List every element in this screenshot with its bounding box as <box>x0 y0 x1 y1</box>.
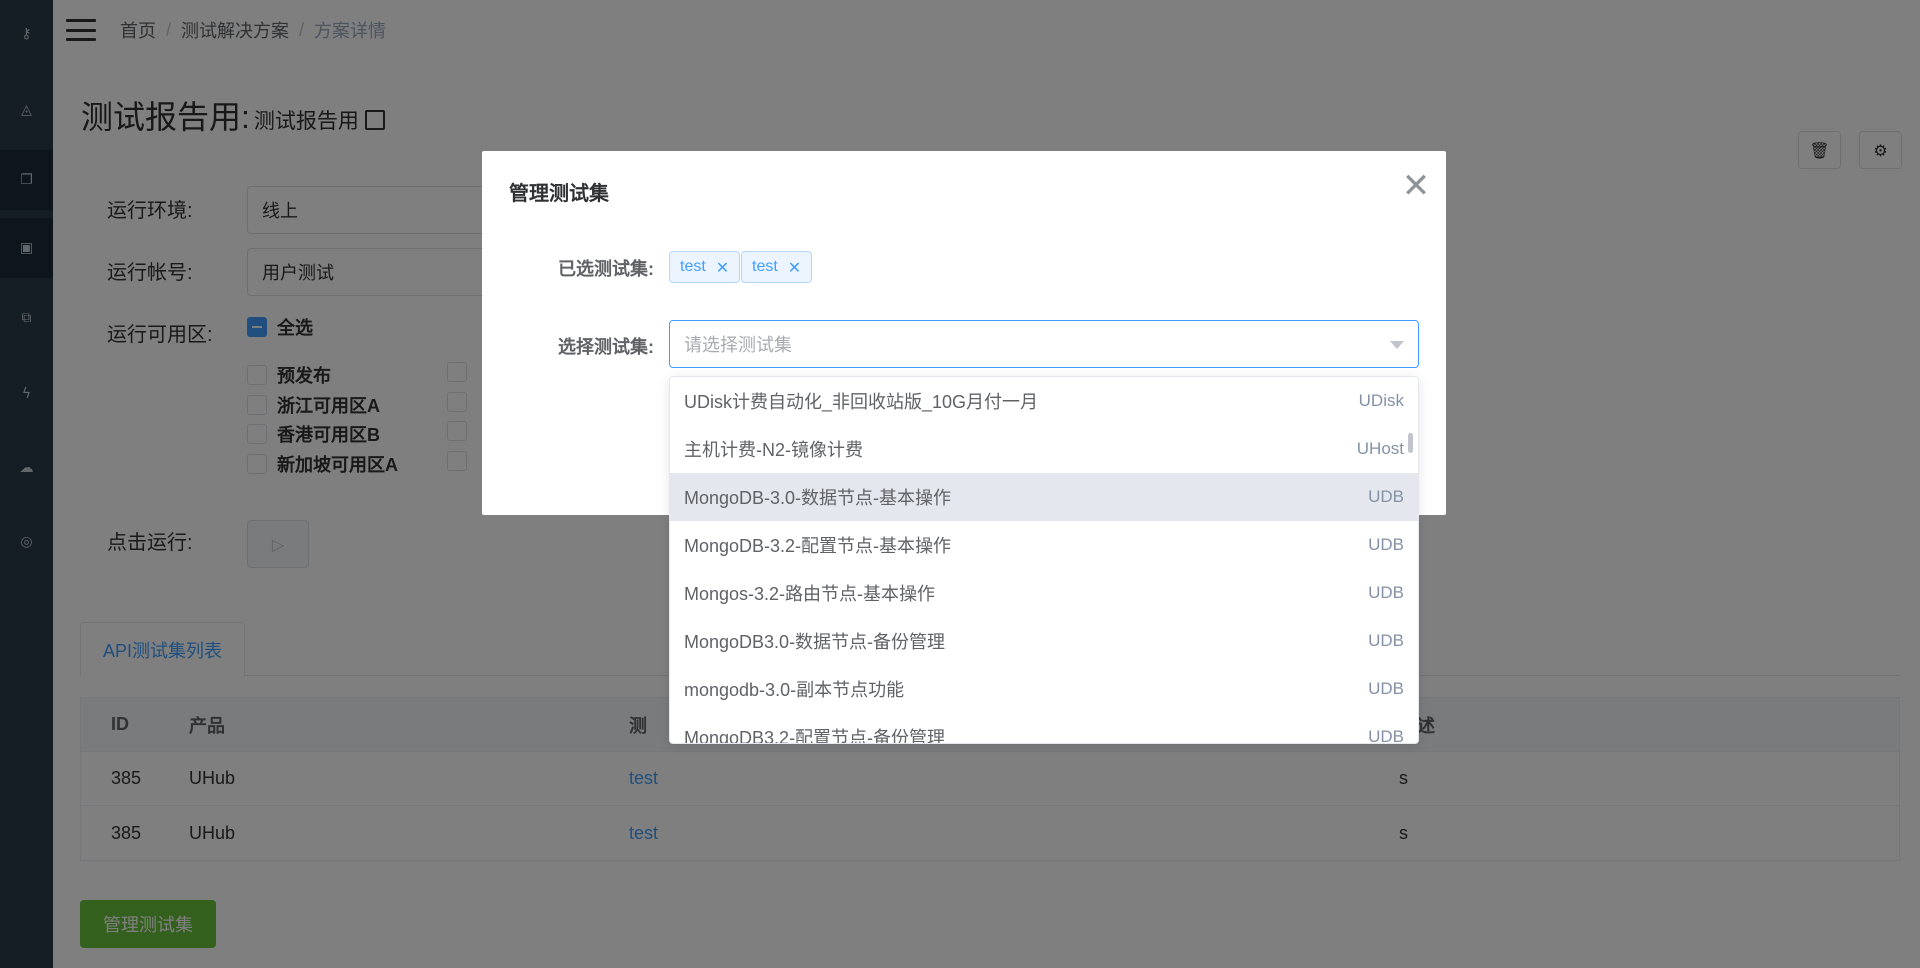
option-name: Mongos-3.2-路由节点-基本操作 <box>684 584 936 604</box>
tag-close-icon[interactable]: ✕ <box>716 258 729 277</box>
dropdown-option[interactable]: mongodb-3.0-副本节点功能 UDB <box>670 665 1418 713</box>
option-name: 主机计费-N2-镜像计费 <box>684 440 863 460</box>
tag-text: test <box>752 258 778 275</box>
option-product: UDisk <box>1358 391 1404 410</box>
select-placeholder: 请选择测试集 <box>684 335 792 355</box>
option-name: MongoDB3.2-配置节点-备份管理 <box>684 728 946 744</box>
choose-label: 选择测试集: <box>558 337 654 357</box>
option-product: UDB <box>1368 487 1404 506</box>
dropdown-option[interactable]: MongoDB-3.0-数据节点-基本操作 UDB <box>670 473 1418 521</box>
tag-close-icon[interactable]: ✕ <box>788 258 801 277</box>
dropdown-option[interactable]: MongoDB-3.2-配置节点-基本操作 UDB <box>670 521 1418 569</box>
selected-tag: test ✕ <box>741 251 813 283</box>
option-name: MongoDB3.0-数据节点-备份管理 <box>684 632 946 652</box>
option-product: UDB <box>1368 631 1404 650</box>
dropdown-option[interactable]: 主机计费-N2-镜像计费 UHost <box>670 425 1418 473</box>
option-product: UDB <box>1368 583 1404 602</box>
tag-text: test <box>680 258 706 275</box>
test-set-select[interactable]: 请选择测试集 <box>669 320 1419 368</box>
dropdown-option[interactable]: MongoDB3.0-数据节点-备份管理 UDB <box>670 617 1418 665</box>
dialog-title: 管理测试集 <box>509 183 609 205</box>
option-name: MongoDB-3.2-配置节点-基本操作 <box>684 536 952 556</box>
dropdown-option[interactable]: UDisk计费自动化_非回收站版_10G月付一月 UDisk <box>670 377 1418 425</box>
dropdown-option[interactable]: MongoDB3.2-配置节点-备份管理 UDB <box>670 713 1418 744</box>
option-name: UDisk计费自动化_非回收站版_10G月付一月 <box>684 392 1039 412</box>
dropdown-option[interactable]: Mongos-3.2-路由节点-基本操作 UDB <box>670 569 1418 617</box>
option-product: UDB <box>1368 727 1404 744</box>
selected-label: 已选测试集: <box>558 259 654 279</box>
caret-down-icon <box>1390 341 1404 349</box>
option-name: MongoDB-3.0-数据节点-基本操作 <box>684 488 952 508</box>
option-name: mongodb-3.0-副本节点功能 <box>684 680 905 700</box>
close-icon[interactable]: ✕ <box>1400 169 1432 203</box>
dropdown-scrollbar[interactable] <box>1408 433 1413 453</box>
option-product: UDB <box>1368 679 1404 698</box>
test-set-dropdown: UDisk计费自动化_非回收站版_10G月付一月 UDisk 主机计费-N2-镜像… <box>669 376 1419 744</box>
option-product: UHost <box>1356 439 1404 458</box>
selected-tag: test ✕ <box>669 251 741 283</box>
option-product: UDB <box>1368 535 1404 554</box>
